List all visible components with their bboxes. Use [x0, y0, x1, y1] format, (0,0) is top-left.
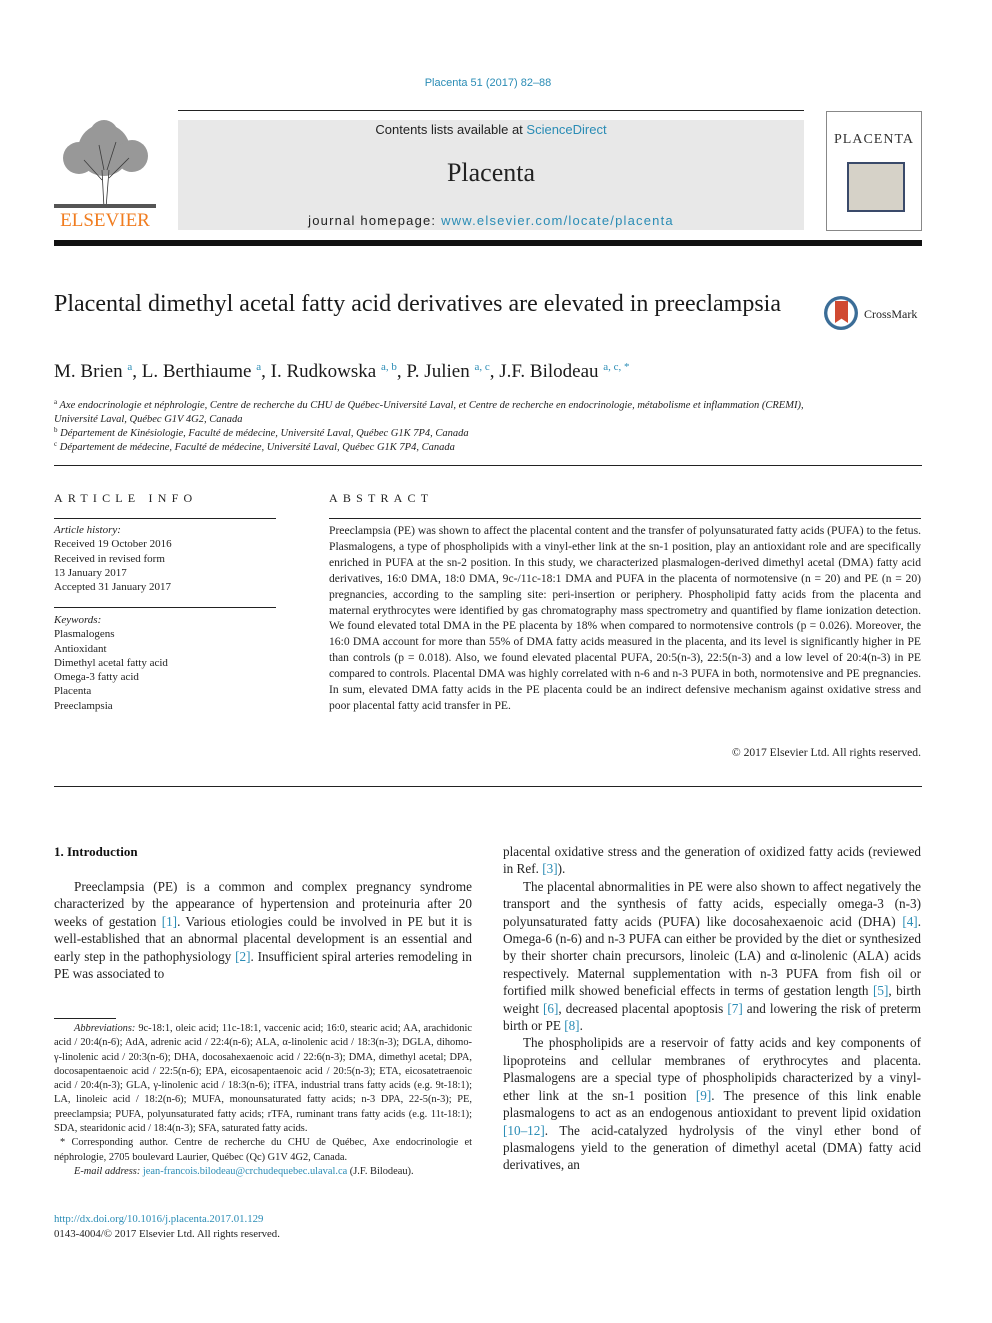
abbreviations-text: 9c-18:1, oleic acid; 11c-18:1, vaccenic …	[54, 1023, 472, 1135]
article-title: Placental dimethyl acetal fatty acid der…	[54, 291, 781, 317]
contents-prefix: Contents lists available at	[375, 122, 527, 137]
author-name[interactable]: J.F. Bilodeau	[499, 361, 598, 382]
citation-link[interactable]: [8]	[564, 1018, 579, 1033]
intro-paragraph: The phospholipids are a reservoir of fat…	[503, 1034, 921, 1173]
text-run: , decreased placental apoptosis	[558, 1000, 728, 1016]
footnotes: Abbreviations: 9c-18:1, oleic acid; 11c-…	[54, 1022, 472, 1179]
citation-link[interactable]: [10–12]	[503, 1123, 545, 1138]
keywords-list: Keywords: Plasmalogens Antioxidant Dimet…	[54, 613, 276, 713]
history-label: Article history:	[54, 524, 121, 536]
citation-link[interactable]: [1]	[162, 914, 177, 929]
intro-left-column: Preeclampsia (PE) is a common and comple…	[54, 878, 472, 982]
corresponding-author-footnote: * Corresponding author. Centre de recher…	[54, 1137, 472, 1163]
email-suffix: (J.F. Bilodeau).	[347, 1165, 414, 1177]
abstract-text: Preeclampsia (PE) was shown to affect th…	[329, 524, 921, 712]
text-run: . The acid-catalyzed hydrolysis of the v…	[503, 1122, 921, 1173]
citation-link[interactable]: [7]	[727, 1001, 742, 1016]
elsevier-tree-icon	[54, 120, 156, 209]
abstract-copyright: © 2017 Elsevier Ltd. All rights reserved…	[731, 746, 921, 759]
crossmark-button[interactable]: CrossMark	[824, 296, 924, 336]
intro-right-column: placental oxidative stress and the gener…	[503, 843, 921, 1174]
article-info-divider	[54, 518, 276, 519]
doi-link[interactable]: http://dx.doi.org/10.1016/j.placenta.201…	[54, 1212, 280, 1227]
history-item: Accepted 31 January 2017	[54, 581, 171, 594]
affiliation-divider	[54, 465, 922, 466]
crossmark-label: CrossMark	[864, 307, 918, 321]
abstract-heading: ABSTRACT	[329, 491, 434, 505]
author-name[interactable]: P. Julien	[406, 361, 469, 382]
intro-paragraph: placental oxidative stress and the gener…	[503, 843, 921, 878]
keyword: Omega-3 fatty acid	[54, 671, 139, 684]
keyword: Antioxidant	[54, 642, 107, 655]
header-thick-rule	[54, 240, 922, 246]
author-affiliation-mark[interactable]: a, c, *	[603, 361, 629, 373]
citation-link[interactable]: [2]	[235, 949, 250, 964]
abbreviations-label: Abbreviations:	[74, 1023, 136, 1034]
author-affiliation-mark[interactable]: a, c	[474, 361, 489, 373]
text-run: placental oxidative stress and the gener…	[503, 844, 921, 877]
abstract-divider	[329, 518, 921, 519]
sciencedirect-link[interactable]: ScienceDirect	[526, 122, 606, 137]
keyword: Placenta	[54, 685, 92, 698]
text-run: .	[579, 1018, 583, 1034]
history-item: 13 January 2017	[54, 566, 127, 579]
citation-link[interactable]: [9]	[696, 1088, 711, 1103]
keyword: Dimethyl acetal fatty acid	[54, 656, 168, 669]
homepage-prefix: journal homepage:	[308, 213, 442, 228]
author-affiliation-mark[interactable]: a	[256, 361, 261, 373]
keywords-divider	[54, 607, 276, 608]
journal-cover-thumbnail[interactable]: PLACENTA	[826, 111, 922, 231]
email-label: E-mail address:	[74, 1165, 141, 1177]
journal-homepage-link[interactable]: www.elsevier.com/locate/placenta	[441, 213, 674, 228]
keywords-label: Keywords:	[54, 614, 102, 626]
introduction-heading: 1. Introduction	[54, 844, 138, 859]
citation-link[interactable]: [4]	[902, 914, 917, 929]
history-item: Received 19 October 2016	[54, 538, 172, 551]
text-run: The placental abnormalities in PE were a…	[503, 878, 921, 929]
cover-image	[847, 162, 905, 212]
citation-link[interactable]: [3]	[542, 861, 557, 876]
doi-block: http://dx.doi.org/10.1016/j.placenta.201…	[54, 1212, 280, 1242]
keyword: Plasmalogens	[54, 628, 115, 641]
affiliation-text: Département de médecine, Faculté de méde…	[59, 442, 455, 453]
author-name[interactable]: I. Rudkowska	[271, 361, 377, 382]
keyword: Preeclampsia	[54, 699, 113, 712]
affiliation-mark: a	[54, 398, 58, 406]
elsevier-logo[interactable]: ELSEVIER	[54, 120, 156, 232]
elsevier-wordmark: ELSEVIER	[60, 210, 150, 231]
author-list: M. Brien a, L. Berthiaume a, I. Rudkowsk…	[54, 361, 630, 382]
history-item: Received in revised form	[54, 552, 165, 565]
affiliation-text: Axe endocrinologie et néphrologie, Centr…	[54, 400, 804, 425]
affiliation-mark: c	[54, 440, 58, 448]
email-link[interactable]: jean-francois.bilodeau@crchudequebec.ula…	[143, 1166, 347, 1177]
affiliation-mark: b	[54, 426, 58, 434]
homepage-line: journal homepage: www.elsevier.com/locat…	[178, 213, 804, 228]
author-affiliation-mark[interactable]: a, b	[381, 361, 397, 373]
cover-title: PLACENTA	[834, 132, 914, 147]
author-name[interactable]: L. Berthiaume	[142, 361, 252, 382]
footnote-divider	[54, 1018, 116, 1019]
intro-paragraph: Preeclampsia (PE) is a common and comple…	[54, 878, 472, 982]
intro-paragraph: The placental abnormalities in PE were a…	[503, 878, 921, 1035]
text-run: ).	[557, 861, 566, 877]
affiliation-c: c Département de médecine, Faculté de mé…	[54, 437, 814, 455]
header-top-rule	[178, 110, 804, 111]
issn-copyright: 0143-4004/© 2017 Elsevier Ltd. All right…	[54, 1228, 280, 1240]
contents-line: Contents lists available at ScienceDirec…	[178, 122, 804, 137]
article-info-heading: ARTICLE INFO	[54, 491, 198, 505]
article-history: Article history: Received 19 October 201…	[54, 523, 276, 594]
author-name[interactable]: M. Brien	[54, 361, 123, 382]
abstract-bottom-divider	[54, 786, 922, 787]
author-affiliation-mark[interactable]: a	[127, 361, 132, 373]
citation-link[interactable]: [5]	[873, 983, 888, 998]
email-footnote: E-mail address: jean-francois.bilodeau@c…	[54, 1165, 472, 1179]
abbreviations-footnote: Abbreviations: 9c-18:1, oleic acid; 11c-…	[54, 1022, 472, 1136]
journal-header-box: Contents lists available at ScienceDirec…	[178, 120, 804, 230]
journal-reference-link[interactable]: Placenta 51 (2017) 82–88	[0, 77, 976, 89]
citation-link[interactable]: [6]	[543, 1001, 558, 1016]
journal-title: Placenta	[446, 158, 536, 187]
